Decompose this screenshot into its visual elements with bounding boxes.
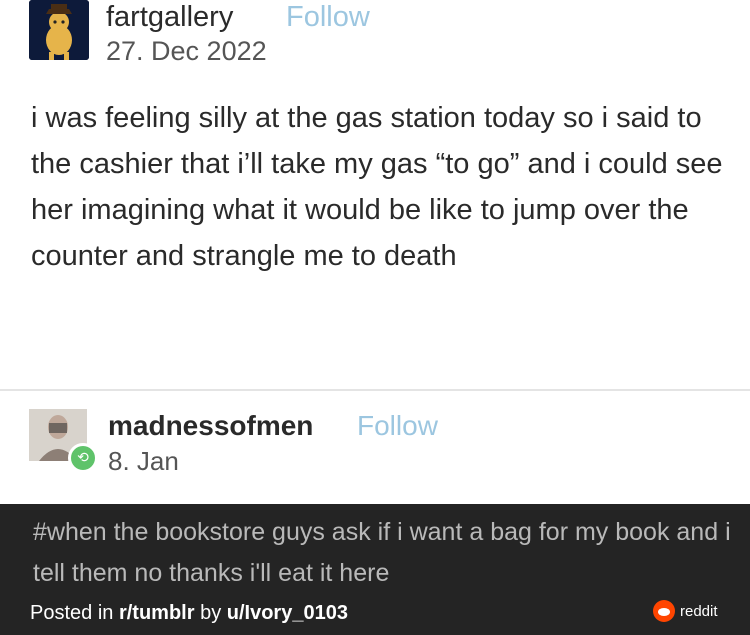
posted-prefix: Posted in <box>30 602 119 624</box>
posted-by: Posted in r/tumblr by u/Ivory_0103 <box>30 600 348 626</box>
original-post: fartgallery Follow 27. Dec 2022 i was fe… <box>0 0 750 390</box>
subreddit-link[interactable]: r/tumblr <box>119 602 195 624</box>
reddit-badge: reddit <box>653 600 718 622</box>
post-tags: #when the bookstore guys ask if i want a… <box>33 518 731 587</box>
username[interactable]: madnessofmen <box>108 409 313 443</box>
follow-button[interactable]: Follow <box>357 409 438 443</box>
by-prefix: by <box>194 602 227 624</box>
reblog-icon: ⟲ <box>68 443 98 473</box>
user-link[interactable]: u/Ivory_0103 <box>227 602 348 624</box>
post-body: i was feeling silly at the gas station t… <box>31 102 723 272</box>
reblog-date: 8. Jan <box>108 446 179 476</box>
dog-avatar-icon <box>29 0 89 60</box>
footer: #when the bookstore guys ask if i want a… <box>0 504 750 635</box>
username[interactable]: fartgallery <box>106 0 233 34</box>
reddit-label: reddit <box>680 602 718 620</box>
reddit-logo-icon <box>653 600 675 622</box>
follow-button[interactable]: Follow <box>286 0 370 34</box>
reblog-header: ⟲ madnessofmen Follow 8. Jan <box>0 391 750 504</box>
post-date: 27. Dec 2022 <box>106 36 267 66</box>
avatar[interactable] <box>29 0 89 60</box>
